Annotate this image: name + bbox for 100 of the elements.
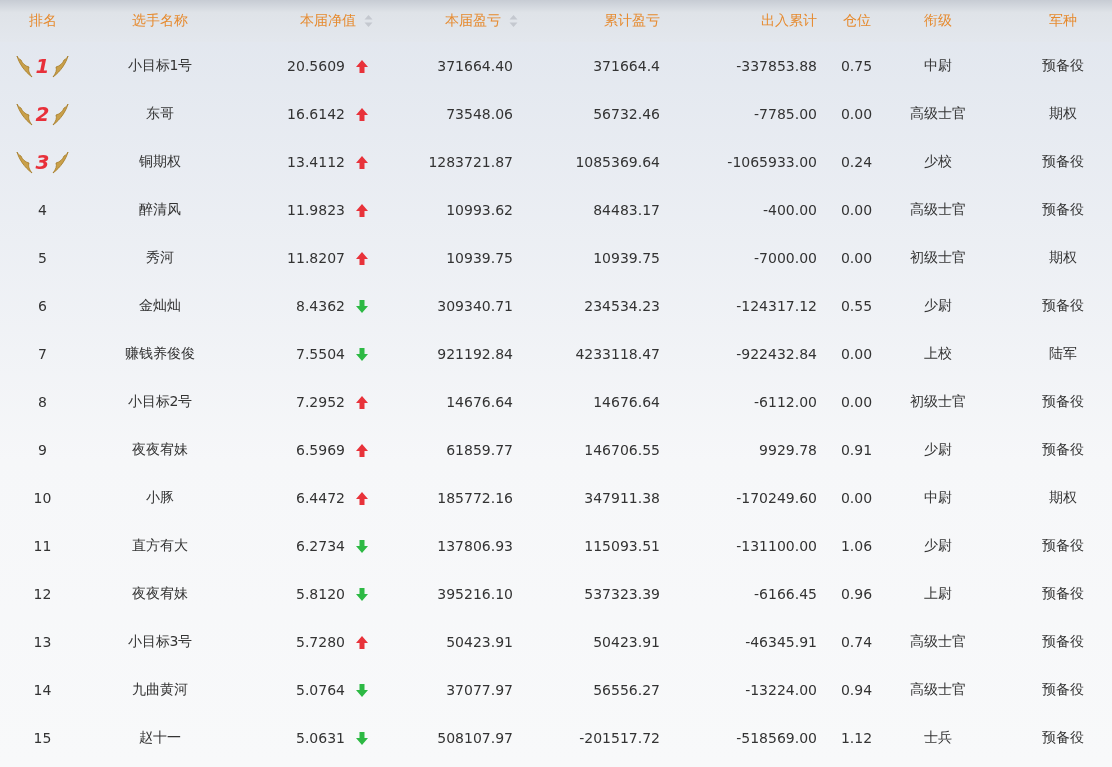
flow-value: -6166.45 bbox=[754, 586, 817, 602]
flow-value: 9929.78 bbox=[759, 442, 817, 458]
net-value: 7.2952 bbox=[296, 394, 345, 410]
flow-value: -518569.00 bbox=[736, 730, 817, 746]
rank-number: 8 bbox=[38, 394, 47, 410]
wing-icon bbox=[15, 149, 34, 175]
net-value: 5.7280 bbox=[296, 634, 345, 650]
player-name: 小目标2号 bbox=[127, 393, 193, 411]
net-value: 13.4112 bbox=[287, 154, 345, 170]
branch-name: 预备役 bbox=[1042, 729, 1084, 747]
total-profit-value: 371664.4 bbox=[593, 58, 660, 74]
rank-medal: 2 bbox=[15, 101, 70, 127]
total-profit-value: -201517.72 bbox=[579, 730, 660, 746]
net-value: 6.4472 bbox=[296, 490, 345, 506]
net-value: 5.0631 bbox=[296, 730, 345, 746]
player-name: 金灿灿 bbox=[139, 297, 181, 315]
total-profit-value: 56556.27 bbox=[593, 682, 660, 698]
position-value: 0.96 bbox=[840, 586, 873, 602]
profit-value: 1283721.87 bbox=[428, 154, 513, 170]
rank-title: 高级士官 bbox=[910, 633, 966, 651]
wing-icon bbox=[15, 53, 34, 79]
rank-title: 士兵 bbox=[924, 729, 952, 747]
rank-title: 初级士官 bbox=[910, 393, 966, 411]
player-name: 夜夜宥妹 bbox=[132, 441, 188, 459]
net-value: 5.0764 bbox=[296, 682, 345, 698]
branch-name: 预备役 bbox=[1042, 201, 1084, 219]
total-profit-value: 4233118.47 bbox=[575, 346, 660, 362]
wing-icon bbox=[51, 53, 70, 79]
flow-value: -1065933.00 bbox=[727, 154, 817, 170]
rank-title: 上校 bbox=[924, 345, 952, 363]
branch-name: 期权 bbox=[1049, 105, 1077, 123]
profit-value: 137806.93 bbox=[437, 538, 513, 554]
column-header[interactable]: 本届净值 bbox=[300, 12, 356, 30]
rank-number: 10 bbox=[33, 490, 52, 506]
column-header: 军种 bbox=[1049, 12, 1077, 30]
branch-name: 期权 bbox=[1049, 489, 1077, 507]
branch-name: 预备役 bbox=[1042, 585, 1084, 603]
branch-name: 预备役 bbox=[1042, 153, 1084, 171]
rank-title: 中尉 bbox=[924, 489, 952, 507]
position-value: 0.55 bbox=[840, 298, 873, 314]
branch-name: 预备役 bbox=[1042, 633, 1084, 651]
rank-number: 5 bbox=[38, 250, 47, 266]
total-profit-value: 84483.17 bbox=[593, 202, 660, 218]
column-header[interactable]: 本届盈亏 bbox=[445, 12, 501, 30]
net-value: 11.9823 bbox=[287, 202, 345, 218]
column-header: 仓位 bbox=[842, 12, 871, 30]
rank-title: 高级士官 bbox=[910, 681, 966, 699]
net-value: 5.8120 bbox=[296, 586, 345, 602]
wing-icon bbox=[51, 101, 70, 127]
branch-name: 预备役 bbox=[1042, 297, 1084, 315]
flow-value: -922432.84 bbox=[736, 346, 817, 362]
profit-value: 14676.64 bbox=[446, 394, 513, 410]
player-name: 醉清风 bbox=[139, 201, 181, 219]
flow-value: -46345.91 bbox=[745, 634, 817, 650]
profit-value: 10993.62 bbox=[446, 202, 513, 218]
total-profit-value: 1085369.64 bbox=[575, 154, 660, 170]
column-header: 累计盈亏 bbox=[604, 12, 660, 30]
net-value: 6.5969 bbox=[296, 442, 345, 458]
rank-title: 中尉 bbox=[924, 57, 952, 75]
profit-value: 508107.97 bbox=[437, 730, 513, 746]
branch-name: 期权 bbox=[1049, 249, 1077, 267]
player-name: 小豚 bbox=[146, 489, 174, 507]
player-name: 直方有大 bbox=[132, 537, 188, 555]
total-profit-value: 347911.38 bbox=[584, 490, 660, 506]
total-profit-value: 56732.46 bbox=[593, 106, 660, 122]
profit-value: 50423.91 bbox=[446, 634, 513, 650]
position-value: 0.00 bbox=[840, 106, 873, 122]
flow-value: -131100.00 bbox=[736, 538, 817, 554]
flow-value: -7785.00 bbox=[754, 106, 817, 122]
position-value: 0.91 bbox=[840, 442, 873, 458]
player-name: 秀河 bbox=[146, 249, 174, 267]
rank-number: 9 bbox=[38, 442, 47, 458]
total-profit-value: 50423.91 bbox=[593, 634, 660, 650]
rank-title: 初级士官 bbox=[910, 249, 966, 267]
position-value: 0.00 bbox=[840, 346, 873, 362]
rank-title: 少校 bbox=[924, 153, 952, 171]
rank-medal: 1 bbox=[15, 53, 70, 79]
net-value: 11.8207 bbox=[287, 250, 345, 266]
profit-value: 395216.10 bbox=[437, 586, 513, 602]
player-name: 九曲黄河 bbox=[132, 681, 188, 699]
total-profit-value: 10939.75 bbox=[593, 250, 660, 266]
position-value: 0.74 bbox=[840, 634, 873, 650]
profit-value: 309340.71 bbox=[437, 298, 513, 314]
flow-value: -400.00 bbox=[762, 202, 817, 218]
rank-title: 少尉 bbox=[924, 441, 952, 459]
sort-icon[interactable] bbox=[509, 14, 518, 28]
flow-value: -124317.12 bbox=[736, 298, 817, 314]
position-value: 0.94 bbox=[840, 682, 873, 698]
sort-icon[interactable] bbox=[364, 14, 373, 28]
net-value: 7.5504 bbox=[296, 346, 345, 362]
profit-value: 73548.06 bbox=[446, 106, 513, 122]
rank-number: 7 bbox=[38, 346, 47, 362]
net-value: 6.2734 bbox=[296, 538, 345, 554]
position-value: 0.24 bbox=[840, 154, 873, 170]
total-profit-value: 14676.64 bbox=[593, 394, 660, 410]
rank-number: 12 bbox=[33, 586, 52, 602]
flow-value: -13224.00 bbox=[745, 682, 817, 698]
player-name: 铜期权 bbox=[139, 153, 181, 171]
column-header: 排名 bbox=[28, 12, 57, 30]
net-value: 8.4362 bbox=[296, 298, 345, 314]
